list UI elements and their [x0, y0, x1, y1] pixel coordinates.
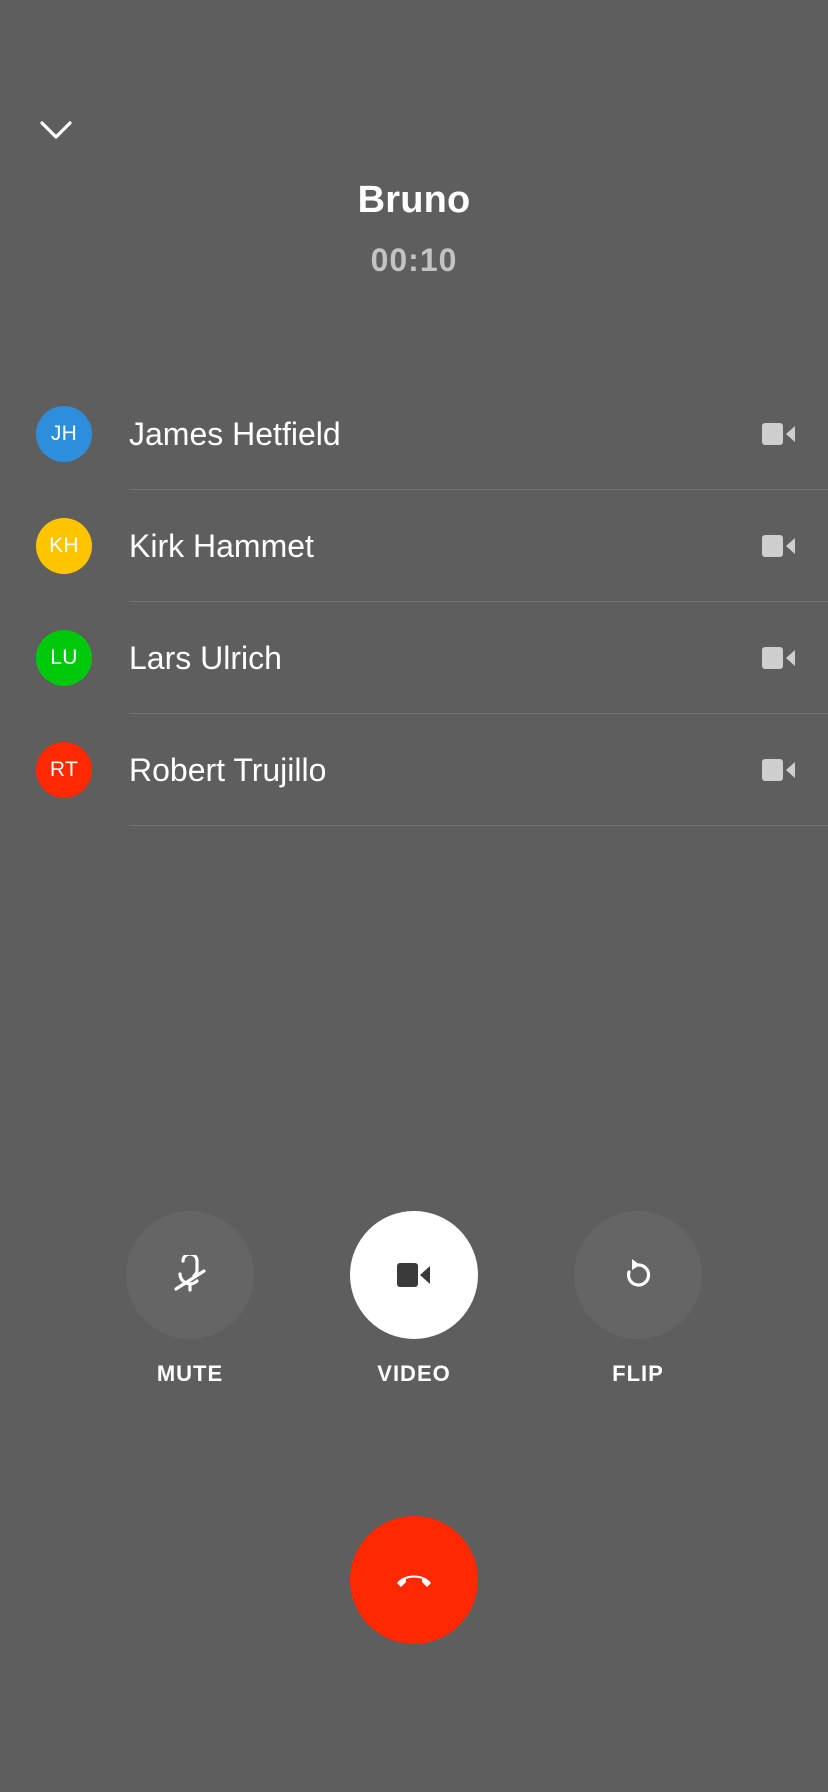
video-camera-icon: [762, 646, 796, 670]
mic-off-icon: [174, 1255, 206, 1292]
call-timer: 00:10: [370, 242, 458, 278]
divider: [129, 825, 828, 826]
collapse-button[interactable]: [36, 110, 76, 150]
participant-name: Lars Ulrich: [129, 639, 282, 676]
participant-row[interactable]: KH Kirk Hammet: [0, 490, 828, 602]
call-header: Bruno 00:10: [0, 172, 828, 282]
video-button[interactable]: [350, 1211, 478, 1339]
video-camera-icon: [762, 758, 796, 782]
flip-camera-icon: [626, 1259, 651, 1287]
flip-label: FLIP: [612, 1361, 664, 1386]
participant-list: JH James Hetfield KH Kirk Hammet LU Lars…: [0, 378, 828, 826]
video-camera-icon: [397, 1263, 430, 1287]
call-controls: MUTE VIDEO FLIP: [0, 1211, 828, 1391]
flip-button[interactable]: [574, 1211, 702, 1339]
avatar: LU: [36, 630, 92, 686]
avatar: JH: [36, 406, 92, 462]
participant-row[interactable]: JH James Hetfield: [0, 378, 828, 490]
video-camera-icon: [762, 534, 796, 558]
avatar: KH: [36, 518, 92, 574]
phone-hangup-icon: [397, 1575, 431, 1587]
video-camera-icon: [762, 422, 796, 446]
participant-name: Robert Trujillo: [129, 751, 327, 788]
video-label: VIDEO: [377, 1361, 451, 1386]
participant-name: Kirk Hammet: [129, 527, 314, 564]
mute-control: MUTE: [126, 1211, 254, 1387]
avatar: RT: [36, 742, 92, 798]
mute-button[interactable]: [126, 1211, 254, 1339]
participant-name: James Hetfield: [129, 415, 341, 452]
flip-control: FLIP: [574, 1211, 702, 1387]
mute-label: MUTE: [156, 1361, 224, 1386]
participant-row[interactable]: LU Lars Ulrich: [0, 602, 828, 714]
participant-row[interactable]: RT Robert Trujillo: [0, 714, 828, 826]
video-control: VIDEO: [350, 1211, 478, 1387]
call-title: Bruno: [357, 179, 471, 221]
chevron-down-icon: [40, 121, 72, 139]
hangup-button[interactable]: [350, 1516, 478, 1644]
